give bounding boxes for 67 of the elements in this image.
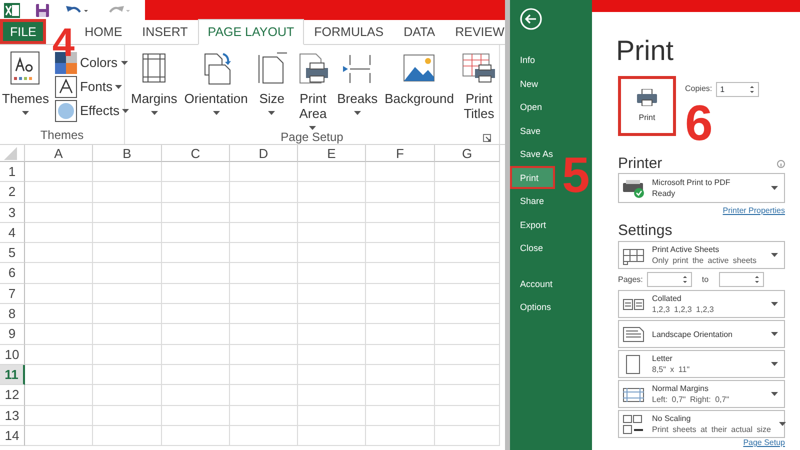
- step-number: 5: [562, 150, 590, 200]
- page-setup-button[interactable]: Size: [252, 51, 291, 130]
- ribbon-tab[interactable]: REVIEW: [445, 19, 505, 44]
- section-heading: Settings: [618, 221, 674, 240]
- row-header[interactable]: 1: [0, 162, 25, 182]
- row-header[interactable]: 8: [0, 304, 25, 324]
- settings-dropdown[interactable]: Landscape Orientation: [618, 320, 785, 348]
- page-setup-button[interactable]: Orientation: [182, 51, 250, 130]
- page-setup-link[interactable]: Page Setup: [743, 438, 785, 448]
- row-header[interactable]: 11: [0, 364, 25, 386]
- column-header[interactable]: D: [230, 145, 298, 162]
- column-header[interactable]: B: [93, 145, 162, 162]
- printer-properties-link[interactable]: Printer Properties: [722, 205, 785, 217]
- ribbon-tab[interactable]: HOME: [74, 19, 132, 44]
- nav-item[interactable]: Open: [510, 95, 592, 118]
- file-tab[interactable]: FILE: [0, 19, 46, 44]
- group-label: Themes: [40, 128, 84, 144]
- theme-option-button[interactable]: Fonts: [54, 75, 130, 99]
- settings-dropdown[interactable]: Print Active Sheets Only print the active sheets: [618, 241, 785, 269]
- copies-field[interactable]: 1: [716, 82, 760, 96]
- column-header[interactable]: E: [298, 145, 366, 162]
- page-setup-button[interactable]: Print Area: [294, 51, 332, 130]
- ribbon-tab[interactable]: PAGE LAYOUT: [198, 19, 304, 45]
- print-button[interactable]: Print: [618, 76, 676, 136]
- themes-button[interactable]: Themes: [0, 51, 51, 128]
- page-setup-button[interactable]: Margins: [129, 51, 180, 130]
- settings-dropdown[interactable]: Letter 8,5" x 11": [618, 350, 785, 378]
- page-title: Print: [616, 34, 675, 68]
- group-label: Page Setup: [280, 130, 344, 146]
- settings-dropdown[interactable]: Collated 1,2,3 1,2,3 1,2,3: [618, 290, 785, 318]
- row-header[interactable]: 14: [0, 426, 25, 446]
- row-header[interactable]: 13: [0, 406, 25, 426]
- page-setup-button[interactable]: Background: [382, 51, 456, 130]
- nav-item[interactable]: Save: [510, 118, 592, 142]
- page-setup-button[interactable]: Print Titles: [459, 51, 499, 130]
- column-header[interactable]: G: [435, 145, 500, 162]
- ribbon-tab[interactable]: FORMULAS: [304, 19, 394, 44]
- row-header[interactable]: 3: [0, 202, 25, 223]
- settings-dropdown[interactable]: No Scaling Print sheets at their actual size: [618, 410, 785, 438]
- pages-label: Pages:: [618, 274, 643, 286]
- nav-item[interactable]: Print: [510, 166, 555, 189]
- printer-dropdown[interactable]: Microsoft Print to PDF Ready: [618, 173, 785, 203]
- copies-label: Copies:: [685, 83, 712, 95]
- page-setup-button[interactable]: Breaks: [335, 51, 380, 130]
- row-header[interactable]: 12: [0, 385, 25, 406]
- nav-item[interactable]: Account: [510, 272, 592, 295]
- ribbon-tab[interactable]: DATA: [394, 19, 446, 44]
- column-header[interactable]: F: [366, 145, 435, 162]
- step-number: 6: [685, 98, 713, 148]
- row-header[interactable]: 9: [0, 324, 25, 345]
- theme-option-button[interactable]: Effects: [54, 99, 130, 123]
- settings-dropdown[interactable]: Normal Margins Left: 0,7" Right: 0,7": [618, 380, 785, 408]
- nav-item[interactable]: Export: [510, 212, 592, 236]
- nav-item[interactable]: Close: [510, 236, 592, 260]
- to-label: to: [702, 274, 709, 286]
- row-header[interactable]: 5: [0, 243, 25, 264]
- row-header[interactable]: 6: [0, 263, 25, 284]
- section-heading: Printer: [618, 154, 662, 173]
- column-header[interactable]: A: [25, 145, 93, 162]
- ribbon-tab[interactable]: INSERT: [132, 19, 198, 44]
- row-header[interactable]: 7: [0, 284, 25, 304]
- nav-item[interactable]: New: [510, 72, 592, 95]
- row-header[interactable]: 2: [0, 182, 25, 203]
- row-header[interactable]: 4: [0, 222, 25, 244]
- nav-item[interactable]: Info: [510, 48, 592, 72]
- nav-item[interactable]: Options: [510, 295, 592, 318]
- column-header[interactable]: C: [162, 145, 230, 162]
